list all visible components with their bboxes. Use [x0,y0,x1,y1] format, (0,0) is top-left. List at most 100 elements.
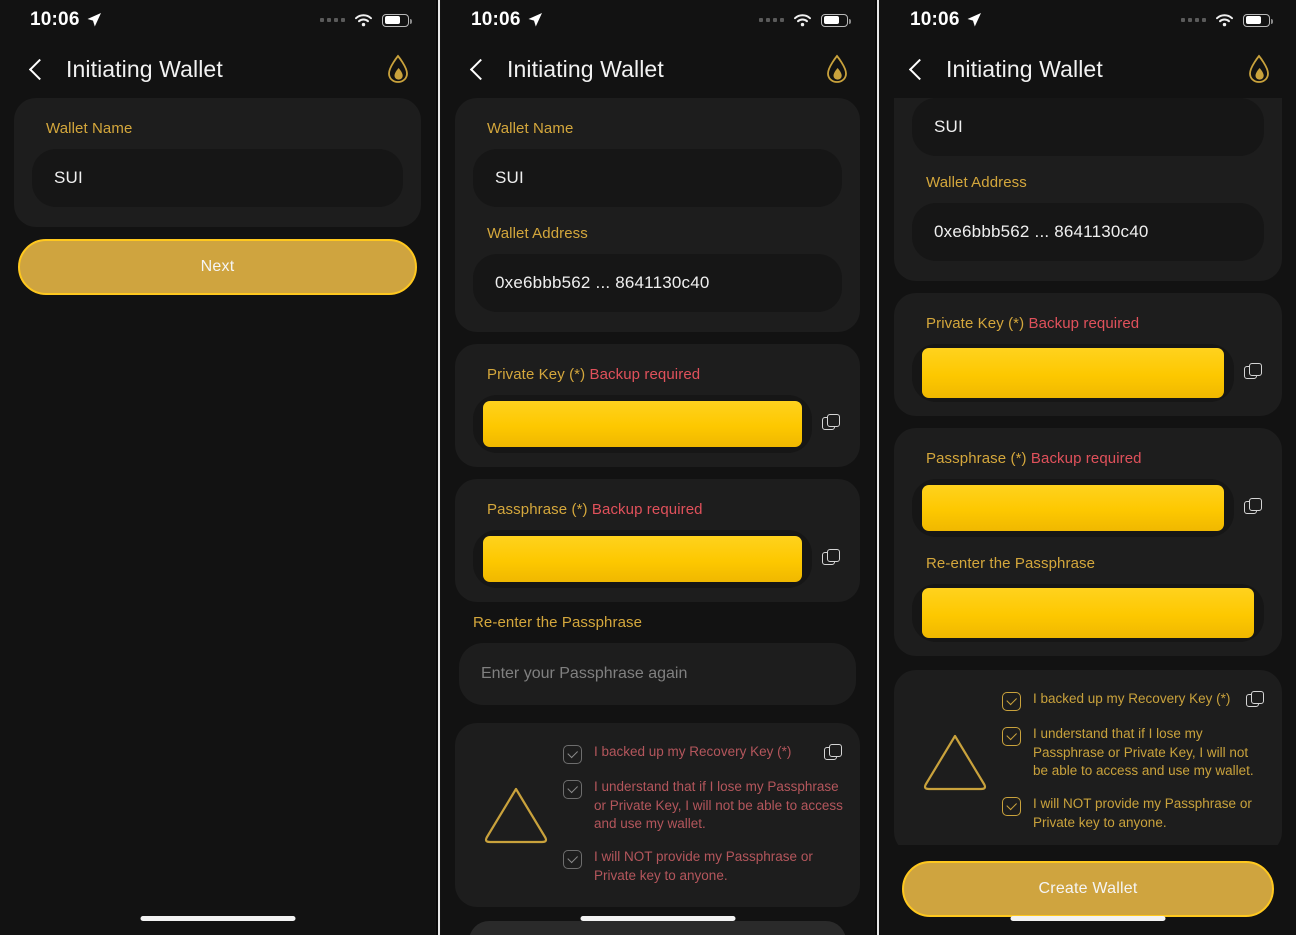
wallet-name-input[interactable]: SUI [32,149,403,207]
checkbox-backed-up-recovery-key[interactable] [1002,692,1021,711]
wifi-icon [794,14,811,27]
panel3-content: SUI Wallet Address 0xe6bbb562 ... 864113… [880,90,1296,935]
wallet-address-input[interactable]: 0xe6bbb562 ... 8641130c40 [473,254,842,312]
wallet-name-label: Wallet Name [487,120,574,137]
create-wallet-button[interactable]: Create Wallet [902,861,1274,917]
private-key-input[interactable] [473,395,812,453]
checkbox-backed-up-recovery-key[interactable] [563,745,582,764]
warning-acknowledgement-card: I backed up my Recovery Key (*) I unders… [455,723,860,908]
private-key-card: Private Key (*) Backup required [455,344,860,467]
private-key-redaction [483,401,802,447]
wallet-address-label: Wallet Address [487,225,588,242]
reenter-passphrase-label: Re-enter the Passphrase [926,555,1096,572]
copy-icon[interactable] [1246,691,1266,711]
checkbox-will-not-share[interactable] [563,849,582,869]
acknowledgement-item[interactable]: I will NOT provide my Passphrase or Priv… [1002,795,1266,832]
acknowledgement-text: I will NOT provide my Passphrase or Priv… [1033,795,1252,830]
wallet-address-input[interactable]: 0xe6bbb562 ... 8641130c40 [912,203,1264,261]
reenter-passphrase-placeholder: Enter your Passphrase again [481,665,688,682]
signal-dots-icon [759,18,784,22]
status-time: 10:06 [471,9,521,30]
copy-icon[interactable] [822,549,842,569]
back-chevron-icon[interactable] [467,58,489,80]
back-chevron-icon[interactable] [906,58,928,80]
panel1-content: Wallet Name SUI Next [0,98,435,935]
passphrase-row [912,479,1264,537]
passphrase-backup-warning: Backup required [591,501,703,518]
location-arrow-icon [87,13,101,27]
home-indicator [140,916,295,921]
reenter-passphrase-input[interactable]: Enter your Passphrase again [459,643,856,705]
page-title: Initiating Wallet [507,55,664,82]
page-title: Initiating Wallet [66,55,223,82]
acknowledgement-text: I backed up my Recovery Key (*) [1033,691,1231,706]
reenter-passphrase-label: Re-enter the Passphrase [473,614,643,631]
private-key-backup-warning: Backup required [589,366,701,383]
status-time-group: 10:06 [471,9,543,31]
passphrase-input[interactable] [912,479,1234,537]
private-key-redaction [922,348,1224,398]
reenter-passphrase-input[interactable] [912,584,1264,642]
copy-icon[interactable] [1244,363,1264,383]
wallet-name-label: Wallet Name [46,120,133,137]
passphrase-label-main: Passphrase (*) [487,501,588,518]
acknowledgement-item[interactable]: I understand that if I lose my Passphras… [1002,725,1266,781]
partial-card-below [469,921,846,935]
private-key-card: Private Key (*) Backup required [894,293,1282,416]
private-key-label: Private Key (*) Backup required [926,315,1264,332]
wallet-name-value: SUI [495,168,524,187]
wallet-address-value: 0xe6bbb562 ... 8641130c40 [495,273,710,292]
passphrase-label-main: Passphrase (*) [926,450,1027,467]
status-indicators [1181,13,1273,27]
wallet-name-input[interactable]: SUI [912,98,1264,156]
home-indicator [580,916,735,921]
signal-dots-icon [320,18,345,22]
page-title: Initiating Wallet [946,55,1103,82]
passphrase-input[interactable] [473,530,812,588]
passphrase-label: Passphrase (*) Backup required [926,450,1264,467]
passphrase-redaction [483,536,802,582]
reenter-passphrase-group: Re-enter the Passphrase Enter your Passp… [455,614,860,705]
acknowledgement-list: I backed up my Recovery Key (*) I unders… [1002,690,1266,832]
wallet-name-input[interactable]: SUI [473,149,842,207]
acknowledgement-item[interactable]: I will NOT provide my Passphrase or Priv… [563,848,844,885]
acknowledgement-item[interactable]: I understand that if I lose my Passphras… [563,778,844,834]
passphrase-label: Passphrase (*) Backup required [487,501,842,518]
checkbox-understand-loss-risk[interactable] [1002,727,1021,746]
location-arrow-icon [528,13,542,27]
warning-triangle-icon [923,734,987,791]
acknowledgement-list: I backed up my Recovery Key (*) I unders… [563,743,844,885]
copy-icon[interactable] [1244,498,1264,518]
nav-bar: Initiating Wallet [0,40,435,98]
next-button[interactable]: Next [18,239,417,295]
back-chevron-icon[interactable] [26,58,48,80]
private-key-row [912,344,1264,402]
status-indicators [320,13,412,27]
wallet-name-value: SUI [934,117,963,136]
droplet-icon [388,54,408,83]
passphrase-row [473,530,842,588]
nav-bar: Initiating Wallet [441,40,874,98]
acknowledgement-text: I backed up my Recovery Key (*) [594,744,792,759]
acknowledgement-text: I understand that if I lose my Passphras… [1033,726,1254,779]
checkbox-will-not-share[interactable] [1002,796,1021,816]
wallet-address-label: Wallet Address [926,174,1027,191]
private-key-input[interactable] [912,344,1234,402]
status-bar: 10:06 [0,0,435,40]
passphrase-redaction [922,485,1224,531]
status-indicators [759,13,851,27]
wallet-address-value: 0xe6bbb562 ... 8641130c40 [934,222,1149,241]
screenshot-strip: 10:06 Initiating Wallet Wallet Name SUI … [0,0,1296,935]
reenter-passphrase-redaction [922,588,1254,638]
acknowledgement-item[interactable]: I backed up my Recovery Key (*) [1002,690,1266,711]
status-time: 10:06 [30,9,80,30]
status-bar: 10:06 [441,0,874,40]
wallet-details-card: SUI Wallet Address 0xe6bbb562 ... 864113… [894,98,1282,281]
phone-panel-1: 10:06 Initiating Wallet Wallet Name SUI … [0,0,435,935]
acknowledgement-item[interactable]: I backed up my Recovery Key (*) [563,743,844,764]
battery-icon [821,13,851,27]
copy-icon[interactable] [824,744,844,764]
checkbox-understand-loss-risk[interactable] [563,780,582,799]
copy-icon[interactable] [822,414,842,434]
acknowledgement-text: I understand that if I lose my Passphras… [594,779,843,832]
